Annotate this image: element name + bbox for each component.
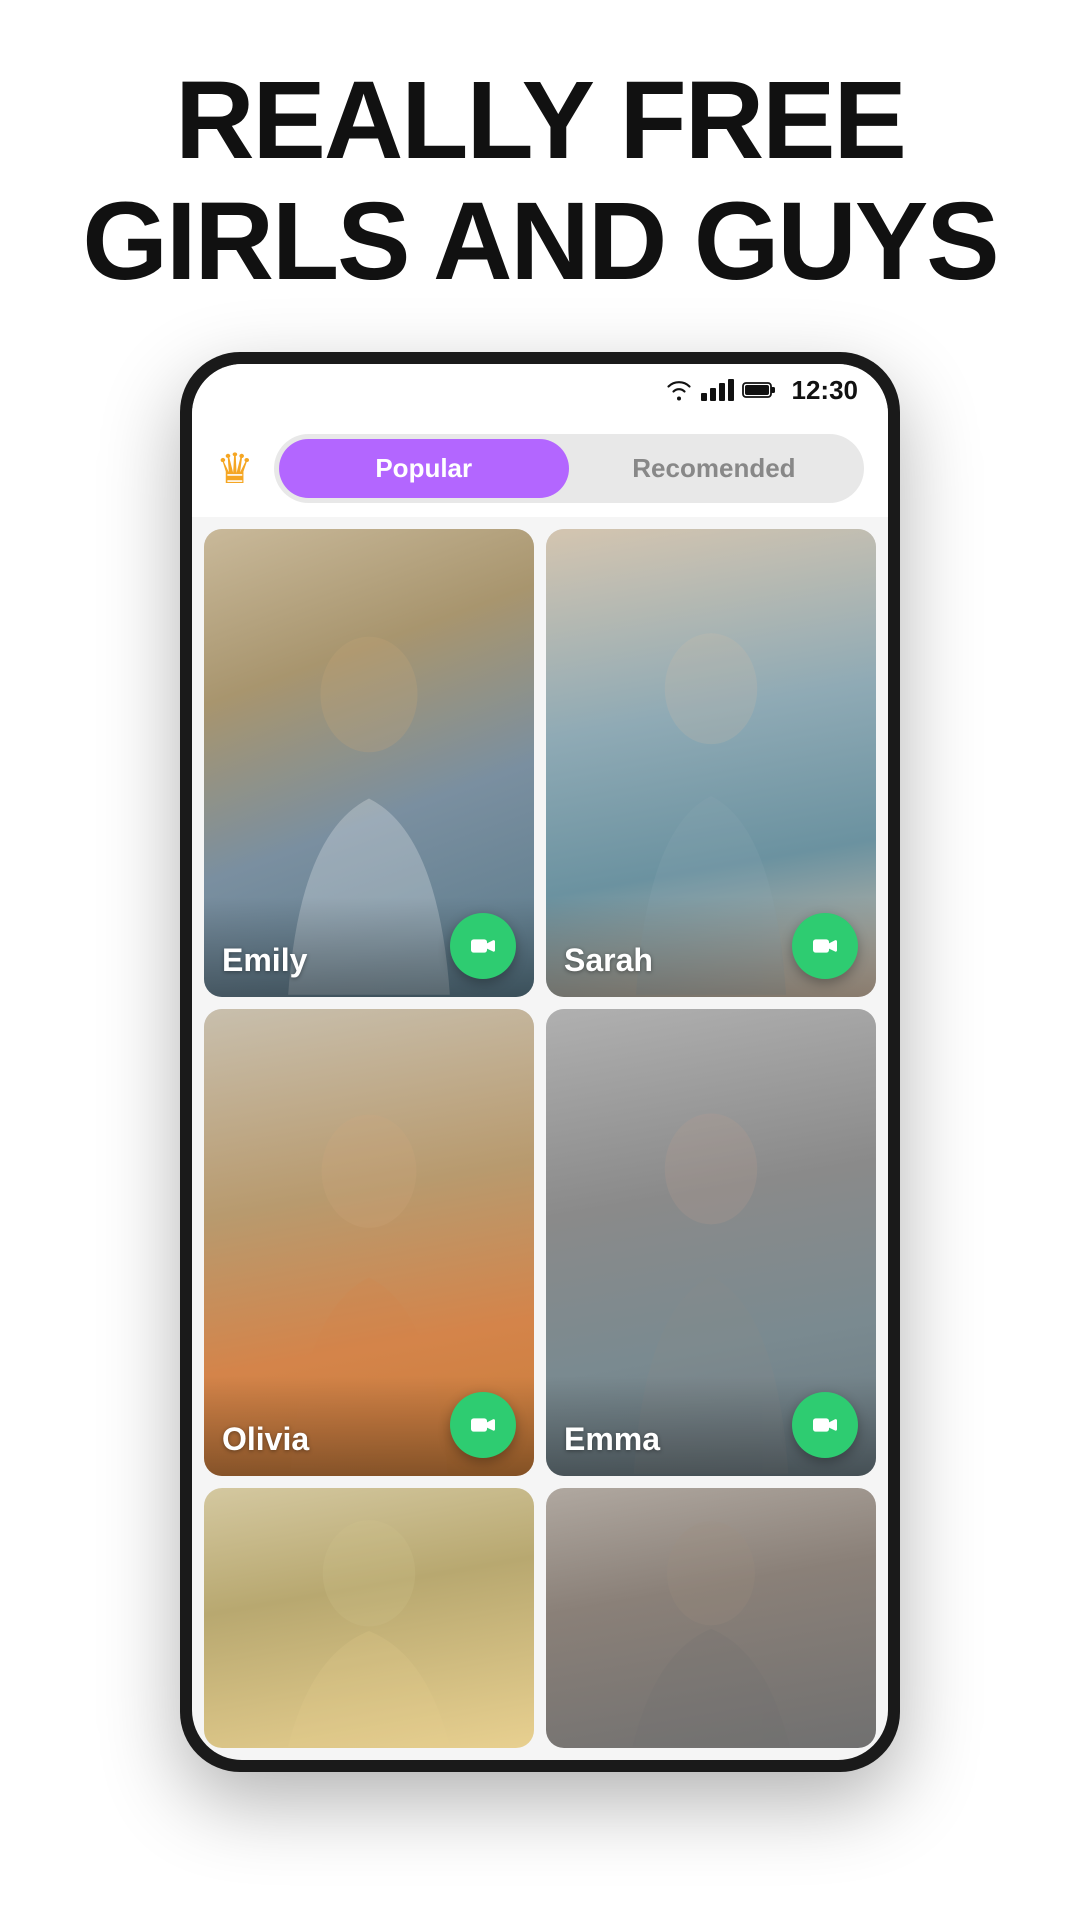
emma-card-bottom: Emma [546,1376,876,1476]
partial-row [192,1488,888,1760]
emily-card-bottom: Emily [204,897,534,997]
page-container: REALLY FREE GIRLS AND GUYS [0,0,1080,1920]
headline-line1: REALLY FREE [82,60,997,181]
wifi-icon [665,379,693,401]
sarah-name: Sarah [564,942,653,979]
emily-name: Emily [222,942,307,979]
profile-card-olivia[interactable]: Olivia [204,1009,534,1477]
profile-card-emily[interactable]: Emily [204,529,534,997]
status-time: 12:30 [792,375,859,406]
headline: REALLY FREE GIRLS AND GUYS [82,60,997,302]
profile-card-sarah[interactable]: Sarah [546,529,876,997]
crown-icon: ♛ [216,444,254,493]
phone-screen: 12:30 ♛ Popular Recomended [192,364,888,1760]
partial-card-1[interactable] [204,1488,534,1748]
profiles-grid: Emily [192,517,888,1488]
video-camera-icon [809,1409,841,1441]
emma-video-button[interactable] [792,1392,858,1458]
tab-recommended[interactable]: Recomended [569,439,859,498]
video-camera-icon [809,930,841,962]
video-camera-icon [467,930,499,962]
olivia-video-button[interactable] [450,1392,516,1458]
emma-name: Emma [564,1421,660,1458]
emily-video-button[interactable] [450,913,516,979]
tab-popular[interactable]: Popular [279,439,569,498]
sarah-card-bottom: Sarah [546,897,876,997]
video-camera-icon [467,1409,499,1441]
app-header: ♛ Popular Recomended [192,416,888,517]
partial-card-2[interactable] [546,1488,876,1748]
tab-pills: Popular Recomended [274,434,864,503]
phone-mockup: 12:30 ♛ Popular Recomended [180,352,900,1772]
status-icons [665,379,776,401]
profile-card-emma[interactable]: Emma [546,1009,876,1477]
olivia-card-bottom: Olivia [204,1376,534,1476]
signal-icon [701,379,734,401]
headline-line2: GIRLS AND GUYS [82,181,997,302]
olivia-name: Olivia [222,1421,309,1458]
battery-icon [742,381,776,399]
sarah-video-button[interactable] [792,913,858,979]
status-bar: 12:30 [192,364,888,416]
